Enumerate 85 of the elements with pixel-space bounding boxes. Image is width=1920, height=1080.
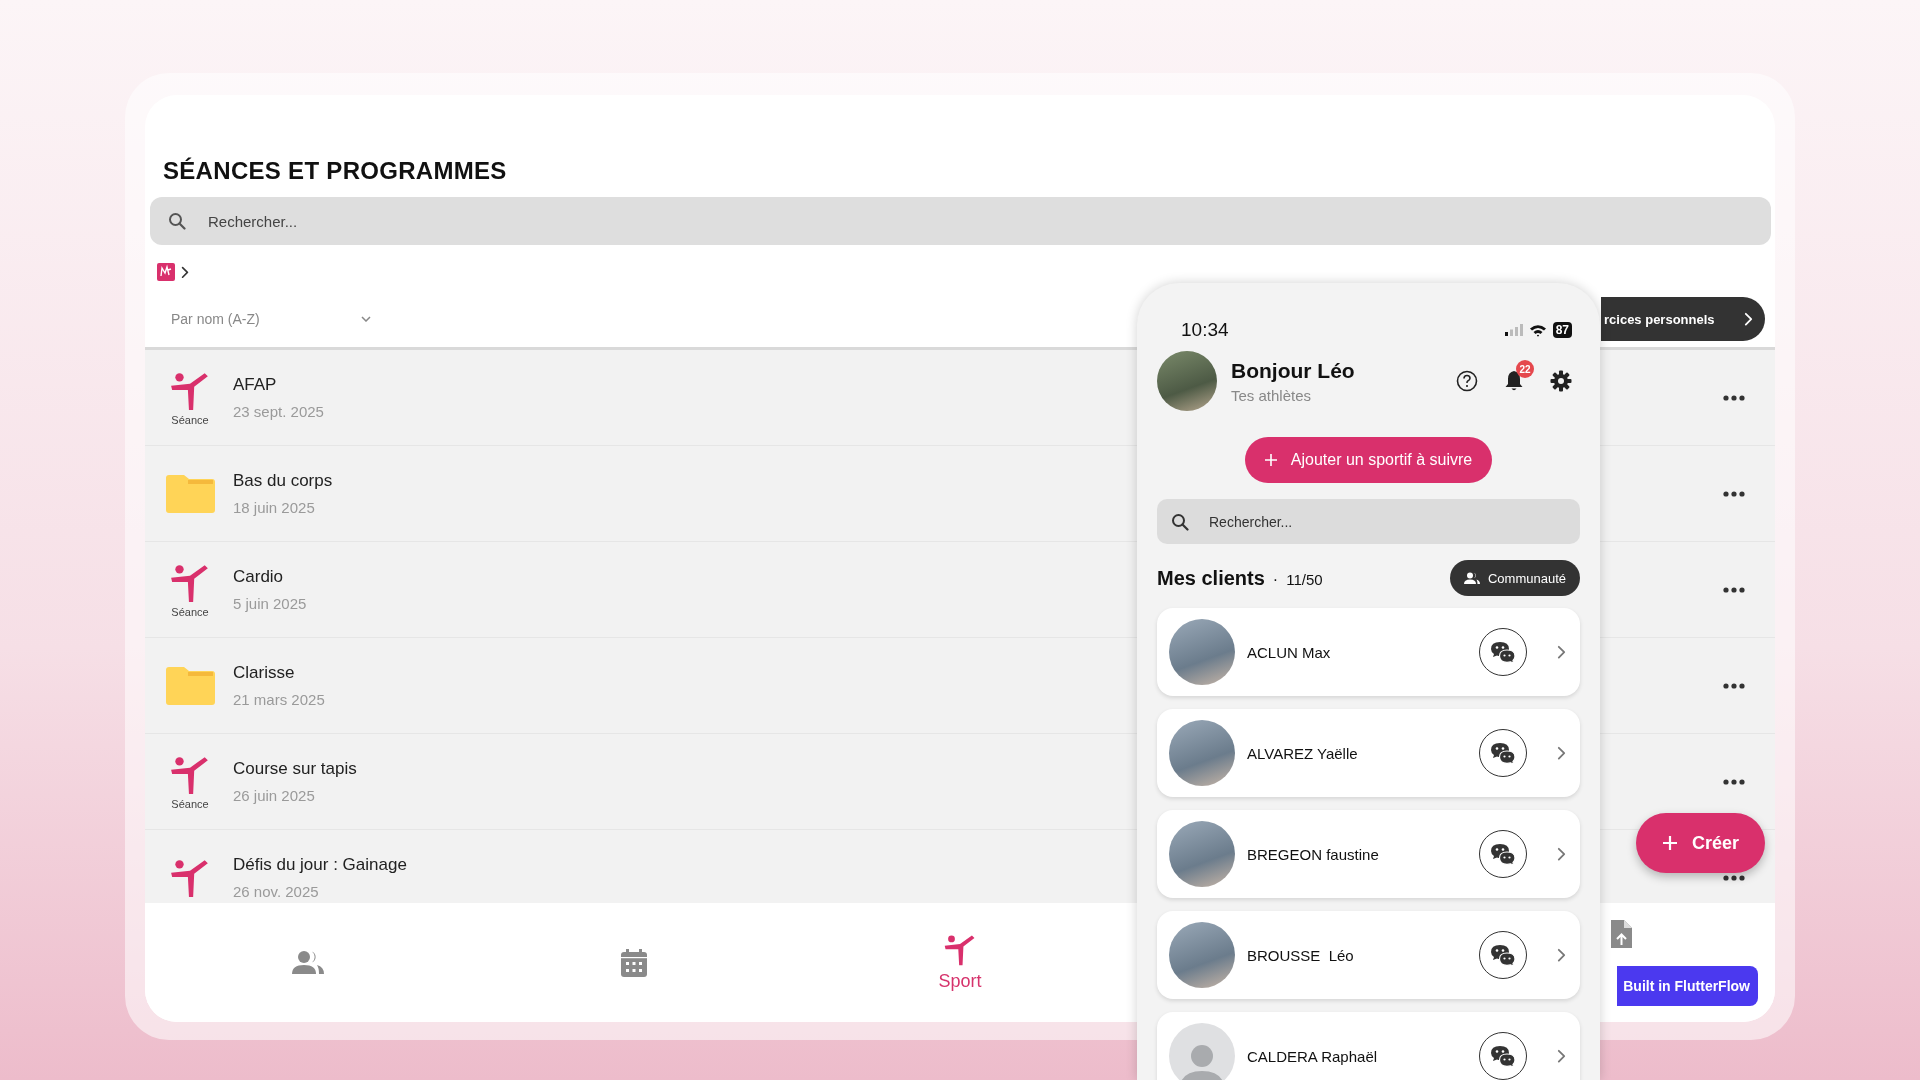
more-icon[interactable] bbox=[1723, 874, 1745, 881]
client-name: BROUSSE Léo bbox=[1247, 946, 1355, 964]
client-name: ACLUN Max bbox=[1247, 643, 1332, 661]
notification-count-badge: 22 bbox=[1516, 360, 1534, 378]
logo-icon[interactable] bbox=[157, 263, 175, 281]
search-icon bbox=[168, 212, 186, 230]
chat-bubbles-icon bbox=[1490, 943, 1516, 967]
search-icon bbox=[1171, 512, 1189, 531]
chevron-right-icon bbox=[1744, 311, 1753, 327]
item-name: Défis du jour : Gainage bbox=[233, 855, 407, 875]
dancer-icon[interactable] bbox=[943, 933, 977, 967]
sort-dropdown[interactable]: Par nom (A-Z) bbox=[171, 305, 371, 333]
item-date: 23 sept. 2025 bbox=[233, 403, 324, 420]
separator-dot: · bbox=[1272, 570, 1279, 589]
item-name: AFAP bbox=[233, 375, 277, 395]
search-input[interactable]: Rechercher... bbox=[1207, 512, 1566, 531]
item-date: 5 juin 2025 bbox=[233, 595, 307, 612]
section-title: Mes clients bbox=[1157, 566, 1265, 590]
item-name: Course sur tapis bbox=[233, 759, 357, 779]
item-date: 21 mars 2025 bbox=[233, 691, 325, 708]
built-with-badge[interactable]: Built in FlutterFlow bbox=[1617, 966, 1758, 1006]
people-icon[interactable] bbox=[292, 949, 324, 976]
chat-button[interactable] bbox=[1479, 830, 1527, 878]
profile-photo[interactable] bbox=[1157, 351, 1217, 411]
folder-icon bbox=[164, 473, 216, 514]
chat-button[interactable] bbox=[1479, 931, 1527, 979]
nav-tab[interactable]: Sport bbox=[797, 927, 1123, 998]
item-date: 26 nov. 2025 bbox=[233, 883, 319, 900]
item-name: Cardio bbox=[233, 567, 284, 587]
plus-icon bbox=[1264, 454, 1277, 466]
client-name: CALDERA Raphaël bbox=[1247, 1047, 1379, 1065]
more-icon[interactable] bbox=[1723, 490, 1745, 497]
help-icon[interactable] bbox=[1456, 370, 1478, 392]
chat-bubbles-icon bbox=[1490, 1044, 1516, 1068]
item-date: 26 juin 2025 bbox=[233, 787, 315, 804]
chevron-right-icon bbox=[1557, 745, 1566, 761]
chevron-right-icon bbox=[1557, 1048, 1566, 1064]
search-bar[interactable]: Rechercher... bbox=[1157, 499, 1580, 544]
chevron-right-icon bbox=[1557, 644, 1566, 660]
calendar-icon[interactable] bbox=[620, 947, 648, 978]
create-button[interactable]: Créer bbox=[1635, 813, 1765, 873]
more-icon[interactable] bbox=[1723, 586, 1745, 593]
page-title: SÉANCES ET PROGRAMMES bbox=[163, 157, 508, 185]
item-type-label: Séance bbox=[171, 797, 209, 810]
chevron-right-icon bbox=[181, 265, 189, 279]
client-card[interactable]: ALVAREZ Yaëlle bbox=[1157, 709, 1580, 797]
more-icon[interactable] bbox=[1723, 778, 1745, 785]
client-name: BREGEON faustine bbox=[1247, 845, 1380, 863]
client-card[interactable]: BROUSSE Léo bbox=[1157, 911, 1580, 999]
search-input[interactable]: Rechercher... bbox=[206, 211, 1753, 231]
signal-icon bbox=[1504, 324, 1523, 336]
client-card[interactable]: ACLUN Max bbox=[1157, 608, 1580, 696]
chat-bubbles-icon bbox=[1490, 842, 1516, 866]
client-name: ALVAREZ Yaëlle bbox=[1247, 744, 1359, 762]
wifi-icon bbox=[1528, 323, 1547, 337]
greeting-subtitle: Tes athlètes bbox=[1231, 386, 1313, 404]
status-time: 10:34 bbox=[1181, 319, 1229, 341]
item-name: Bas du corps bbox=[233, 471, 333, 491]
more-icon[interactable] bbox=[1723, 394, 1745, 401]
people-icon bbox=[1463, 571, 1480, 585]
client-card[interactable]: BREGEON faustine bbox=[1157, 810, 1580, 898]
chevron-right-icon bbox=[1557, 846, 1566, 862]
chat-button[interactable] bbox=[1479, 628, 1527, 676]
item-date: 18 juin 2025 bbox=[233, 499, 315, 516]
battery-level: 87 bbox=[1552, 322, 1572, 338]
client-count: 11/50 bbox=[1286, 570, 1323, 588]
search-bar[interactable]: Rechercher... bbox=[150, 197, 1771, 245]
item-name: Clarisse bbox=[233, 663, 295, 683]
item-type-label: Séance bbox=[171, 605, 209, 618]
chat-bubbles-icon bbox=[1490, 741, 1516, 765]
chevron-right-icon bbox=[1557, 947, 1566, 963]
chat-button[interactable] bbox=[1479, 1032, 1527, 1080]
folder-icon bbox=[164, 665, 216, 706]
client-card[interactable]: CALDERA Raphaël bbox=[1157, 1012, 1580, 1080]
community-button[interactable]: Communauté bbox=[1449, 560, 1580, 596]
plus-icon bbox=[1661, 835, 1678, 851]
item-type-label: Séance bbox=[171, 413, 209, 426]
greeting-title: Bonjour Léo bbox=[1231, 358, 1356, 383]
chat-button[interactable] bbox=[1479, 729, 1527, 777]
chevron-down-icon bbox=[361, 316, 371, 322]
more-icon[interactable] bbox=[1723, 682, 1745, 689]
settings-icon[interactable] bbox=[1550, 370, 1572, 392]
add-athlete-button[interactable]: Ajouter un sportif à suivre bbox=[1244, 437, 1493, 483]
chat-bubbles-icon bbox=[1490, 640, 1516, 664]
personal-exercises-button[interactable]: rcices personnels bbox=[1601, 297, 1765, 341]
